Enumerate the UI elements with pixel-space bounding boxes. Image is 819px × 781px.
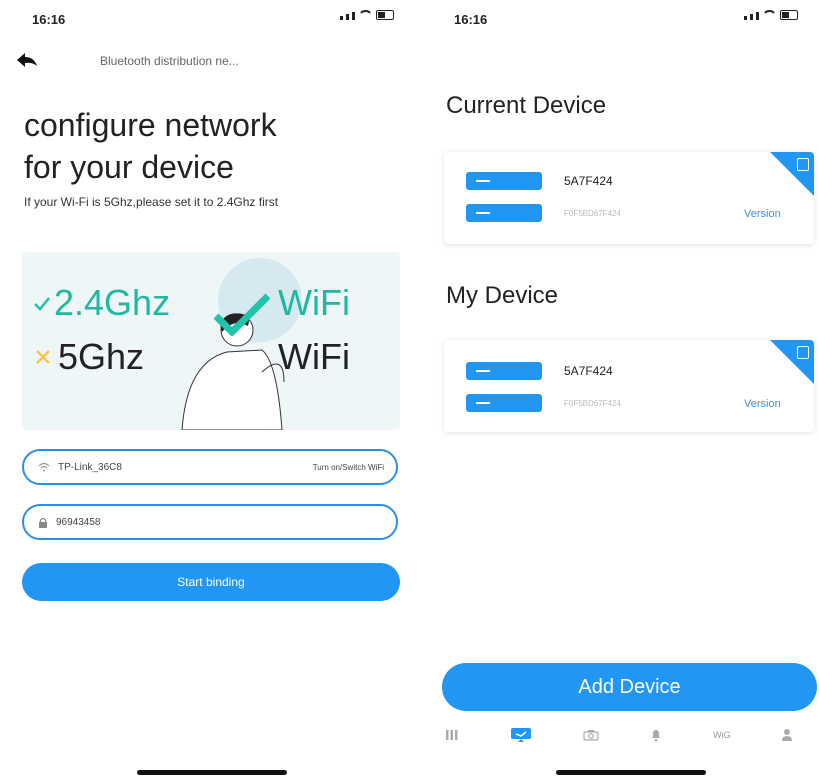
device-id-tag xyxy=(466,394,542,412)
wifi-text-icon[interactable]: WiG xyxy=(713,730,731,740)
trash-icon[interactable] xyxy=(797,158,809,171)
lock-icon xyxy=(39,517,47,528)
wifi-icon xyxy=(38,462,50,472)
status-icons xyxy=(340,10,394,20)
frequency-hint: If your Wi-Fi is 5Ghz,please set it to 2… xyxy=(24,195,279,209)
my-device-card[interactable]: 5A7F424 F0F5BD67F424 Version xyxy=(444,340,814,432)
page-title: configure network for your device xyxy=(24,107,277,185)
version-link[interactable]: Version xyxy=(744,208,781,220)
wifi-frequency-banner: 2.4Ghz WiFi 5Ghz WiFi xyxy=(22,252,400,430)
nav-title: Bluetooth distribution ne... xyxy=(100,54,239,68)
device-id-tag xyxy=(466,204,542,222)
back-arrow-icon[interactable] xyxy=(16,52,38,68)
password-field[interactable]: 96943458 xyxy=(22,504,398,540)
status-time: 16:16 xyxy=(32,12,66,27)
version-link[interactable]: Version xyxy=(744,398,781,410)
password-value: 96943458 xyxy=(56,516,101,528)
wifi-signal-icon xyxy=(762,10,777,20)
device-list-screen: 16:16 Current Device 5A7F424 F0F5BD67F42… xyxy=(420,0,819,781)
device-icon[interactable] xyxy=(510,727,532,743)
wifi-signal-icon xyxy=(358,10,373,20)
unsupported-wifi-label: WiFi xyxy=(278,336,350,377)
current-device-card[interactable]: 5A7F424 F0F5BD67F424 Version xyxy=(444,152,814,244)
unsupported-frequency: 5Ghz xyxy=(58,336,145,377)
device-name: 5A7F424 xyxy=(564,364,613,378)
device-name: 5A7F424 xyxy=(564,174,613,188)
grid-icon[interactable] xyxy=(445,729,459,741)
supported-wifi-label: WiFi xyxy=(278,282,350,323)
current-device-heading: Current Device xyxy=(446,92,607,119)
supported-frequency: 2.4Ghz xyxy=(54,282,171,323)
add-device-button[interactable]: Add Device xyxy=(442,663,817,711)
camera-icon[interactable] xyxy=(583,729,599,741)
bluetooth-config-screen: 16:16 Bluetooth distribution ne... confi… xyxy=(0,0,420,781)
wifi-name-field[interactable]: TP-Link_36C8 Turn on/Switch WiFi xyxy=(22,449,398,485)
status-icons xyxy=(744,10,798,20)
device-name-tag xyxy=(466,362,542,380)
trash-icon[interactable] xyxy=(797,346,809,359)
big-check-icon xyxy=(213,293,271,336)
my-device-heading: My Device xyxy=(446,282,559,309)
cross-icon xyxy=(36,350,50,364)
device-name-tag xyxy=(466,172,542,190)
profile-icon[interactable] xyxy=(781,728,793,742)
wifi-name-value: TP-Link_36C8 xyxy=(58,461,122,473)
battery-icon xyxy=(376,10,394,20)
start-binding-button[interactable]: Start binding xyxy=(22,563,400,601)
device-id: F0F5BD67F424 xyxy=(564,399,621,408)
check-icon xyxy=(34,297,50,311)
bell-icon[interactable] xyxy=(650,728,662,742)
battery-icon xyxy=(780,10,798,20)
bottom-tab-bar: WiG xyxy=(420,722,819,748)
home-indicator xyxy=(556,770,706,775)
home-indicator xyxy=(137,770,287,775)
status-time: 16:16 xyxy=(454,12,488,27)
device-id: F0F5BD67F424 xyxy=(564,209,621,218)
switch-wifi-link[interactable]: Turn on/Switch WiFi xyxy=(313,463,384,472)
